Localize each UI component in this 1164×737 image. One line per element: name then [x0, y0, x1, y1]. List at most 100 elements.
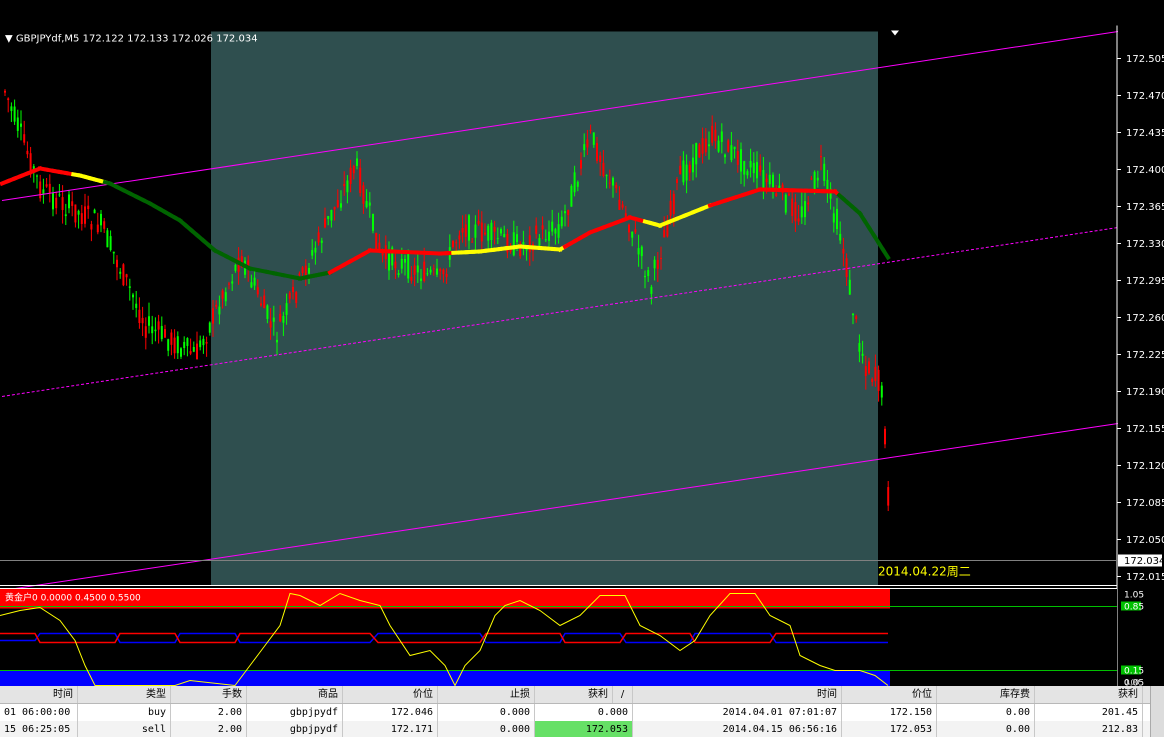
- table-row[interactable]: 15 06:25:05 sell 2.00 gbpjpydf 172.171 0…: [0, 721, 1164, 737]
- candle-body: [772, 174, 774, 188]
- candle-body: [346, 180, 349, 193]
- col-close-time[interactable]: 时间: [633, 686, 842, 703]
- candle-body: [135, 303, 138, 308]
- candle-body: [640, 246, 643, 257]
- col-lots[interactable]: 手数: [171, 686, 247, 703]
- candle-body: [445, 273, 448, 277]
- candle-body: [157, 321, 160, 330]
- candle-body: [349, 167, 352, 184]
- col-stop-loss[interactable]: 止损: [438, 686, 535, 703]
- candle-body: [112, 251, 115, 254]
- candle-body: [16, 117, 19, 131]
- price-tick-label: 172.435: [1126, 128, 1164, 139]
- date-label: 2014.04.22周二: [878, 565, 971, 579]
- candle-body: [458, 235, 461, 240]
- candle-body: [816, 177, 819, 181]
- price-tick-label: 172.400: [1126, 165, 1164, 176]
- candle-body: [698, 144, 701, 158]
- candle-body: [343, 183, 346, 187]
- candle-body: [720, 131, 723, 143]
- candle-body: [634, 229, 637, 233]
- candle-body: [260, 303, 262, 306]
- col-open-price[interactable]: 价位: [343, 686, 438, 703]
- candle-body: [87, 205, 90, 210]
- candle-body: [874, 366, 877, 381]
- candle-body: [416, 265, 419, 273]
- candle-body: [20, 123, 22, 127]
- candle-body: [13, 106, 16, 122]
- candle-body: [77, 210, 80, 215]
- main-chart[interactable]: 172.505 172.470 172.435 172.400 172.365 172.3…: [0, 0, 1164, 737]
- candle-body: [551, 221, 554, 232]
- col-sort-indicator[interactable]: /: [613, 686, 633, 703]
- candle-body: [122, 264, 125, 286]
- candle-body: [397, 273, 400, 276]
- candle-body: [887, 487, 890, 506]
- candle-body: [336, 200, 339, 208]
- candle-body: [800, 206, 803, 218]
- candle-body: [138, 309, 141, 323]
- candle-body: [868, 361, 870, 374]
- candle-body: [788, 193, 790, 196]
- col-type[interactable]: 类型: [78, 686, 171, 703]
- candle-body: [359, 167, 362, 194]
- candle-body: [621, 204, 624, 208]
- candle-body: [586, 139, 589, 148]
- candle-body: [205, 342, 208, 344]
- candle-body: [791, 198, 794, 216]
- col-close-price[interactable]: 价位: [842, 686, 937, 703]
- candle-body: [58, 194, 61, 196]
- candle-body: [512, 232, 515, 256]
- candle-body: [180, 348, 182, 357]
- candle-body: [365, 200, 368, 208]
- candle-body: [711, 125, 714, 143]
- candle-body: [717, 140, 720, 152]
- candle-body: [250, 282, 253, 288]
- candle-body: [807, 202, 810, 205]
- price-tick-label: 172.330: [1126, 239, 1164, 250]
- candle-body: [692, 157, 694, 173]
- col-swap[interactable]: 库存费: [937, 686, 1035, 703]
- candle-body: [528, 235, 531, 253]
- price-tick-label: 172.050: [1126, 535, 1164, 546]
- candle-body: [93, 209, 96, 214]
- candle-body: [845, 258, 848, 277]
- candle-body: [234, 264, 237, 271]
- candle-body: [288, 292, 291, 299]
- candle-body: [455, 242, 458, 244]
- candle-body: [45, 184, 48, 187]
- candle-body: [7, 98, 10, 101]
- candle-body: [23, 134, 26, 143]
- price-tick-label: 172.260: [1126, 313, 1164, 324]
- col-profit[interactable]: 获利: [1035, 686, 1143, 703]
- candle-body: [356, 158, 358, 166]
- candle-body: [375, 232, 378, 252]
- candle-body: [340, 203, 342, 208]
- col-take-profit[interactable]: 获利: [535, 686, 613, 703]
- candle-body: [471, 241, 474, 243]
- candle-body: [759, 165, 762, 172]
- candle-body: [573, 172, 576, 193]
- candle-body: [189, 351, 192, 354]
- candle-body: [330, 210, 333, 221]
- candle-body: [119, 271, 122, 274]
- candle-body: [743, 161, 746, 175]
- table-row[interactable]: 01 06:00:00 buy 2.00 gbpjpydf 172.046 0.…: [0, 704, 1164, 722]
- candle-body: [372, 213, 374, 231]
- col-open-time[interactable]: 时间: [0, 686, 78, 703]
- candle-body: [484, 232, 486, 235]
- candle-body: [836, 208, 838, 230]
- candle-body: [410, 276, 413, 281]
- trade-history-table: 时间 类型 手数 商品 价位 止损 获利 / 时间 价位 库存费 获利 01 0…: [0, 686, 1164, 737]
- candle-body: [487, 225, 490, 241]
- candle-body: [765, 178, 768, 183]
- table-scrollbar[interactable]: [1150, 686, 1164, 737]
- candle-body: [144, 326, 147, 338]
- symbol-label: ▼ GBPJPYdf,M5 172.122 172.133 172.026 17…: [5, 34, 258, 45]
- col-symbol[interactable]: 商品: [247, 686, 343, 703]
- candle-body: [516, 234, 518, 243]
- candle-body: [503, 233, 506, 238]
- candle-body: [141, 317, 144, 324]
- candle-body: [61, 197, 64, 211]
- candle-body: [496, 238, 499, 240]
